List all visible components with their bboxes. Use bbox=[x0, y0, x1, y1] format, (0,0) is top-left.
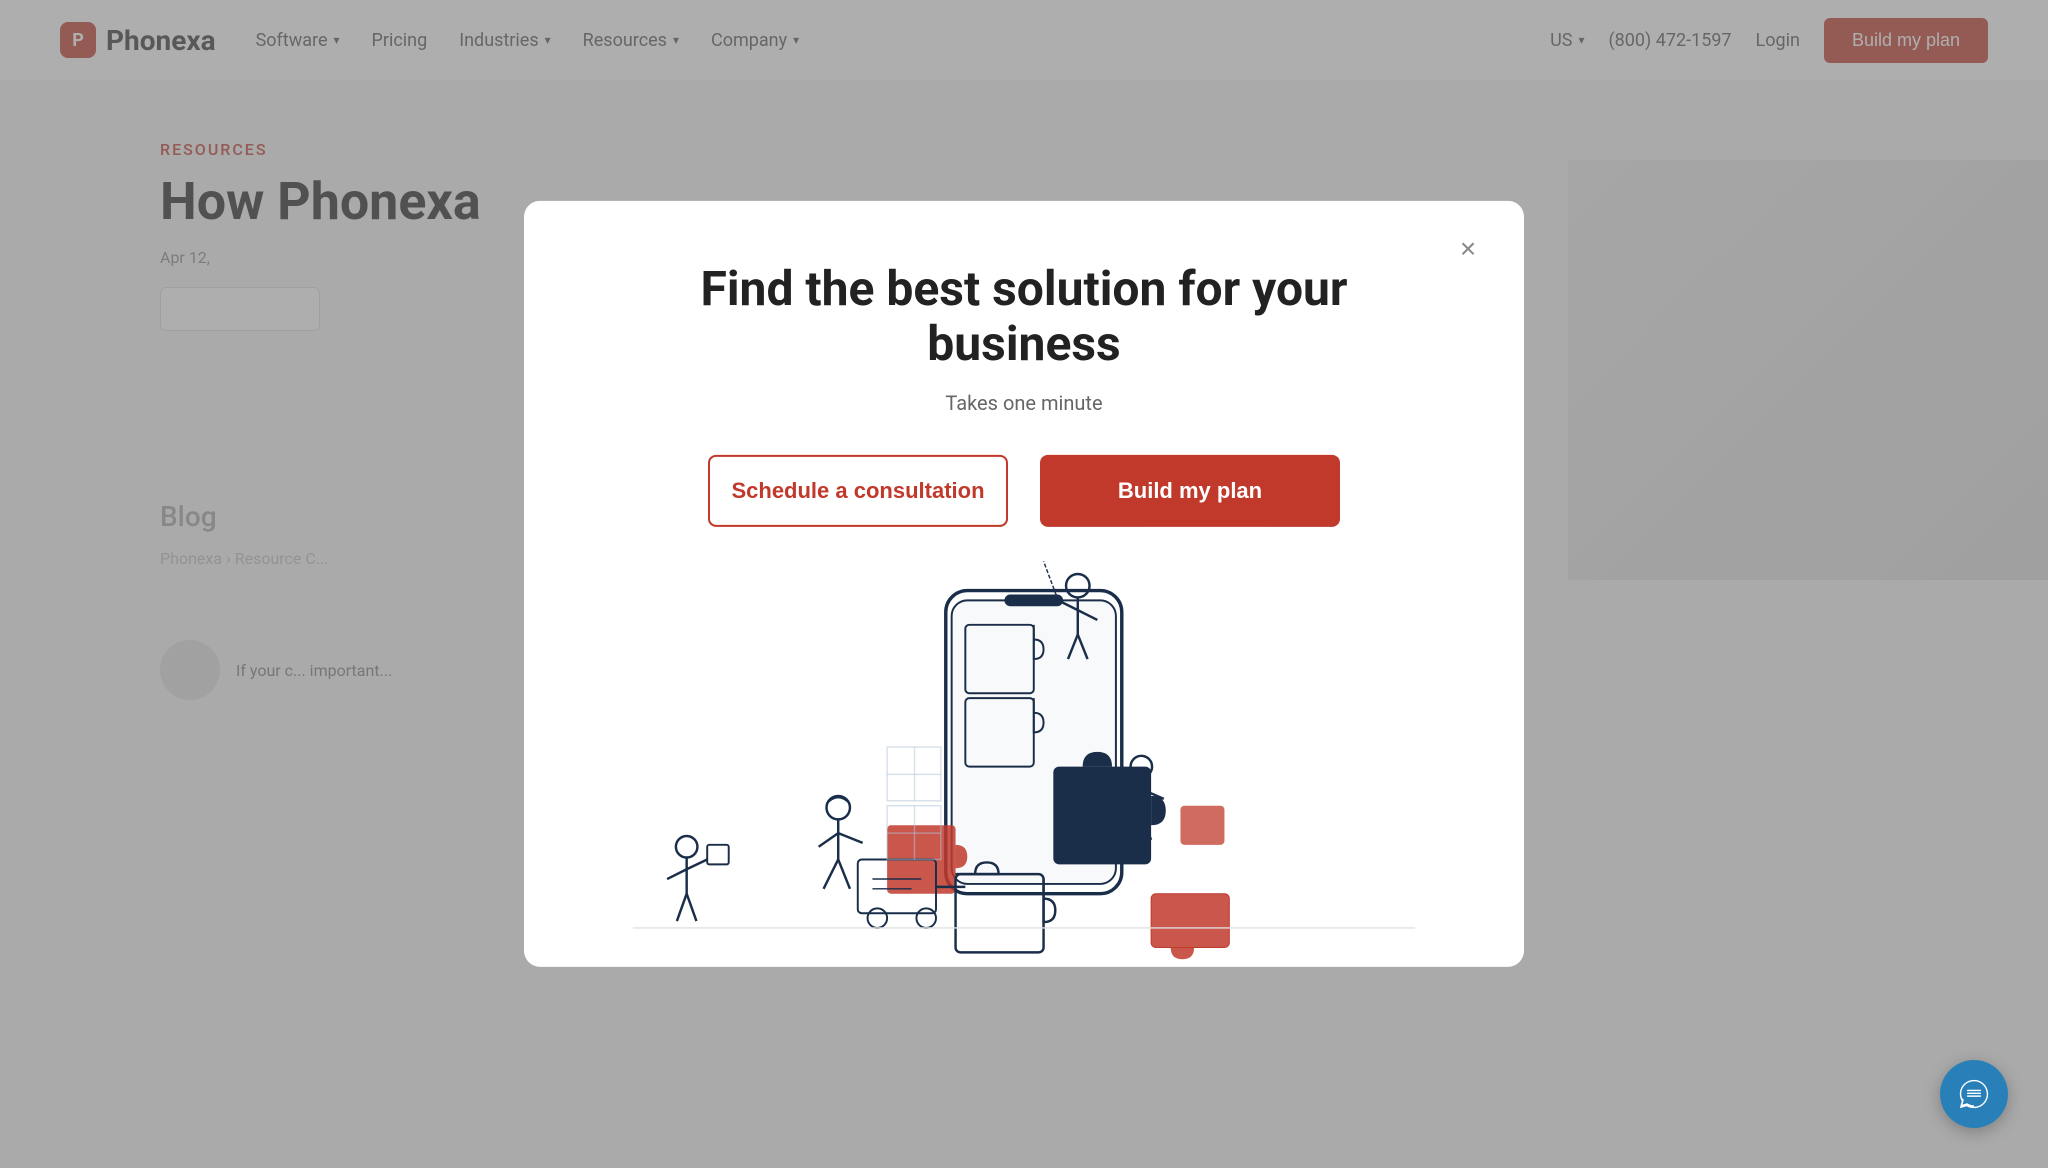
modal-buttons: Schedule a consultation Build my plan bbox=[708, 455, 1340, 527]
modal-illustration bbox=[584, 547, 1464, 967]
close-button[interactable]: × bbox=[1448, 229, 1488, 269]
modal-dialog: × Find the best solution for your busine… bbox=[524, 201, 1524, 967]
modal-subtitle: Takes one minute bbox=[945, 391, 1102, 415]
modal-title: Find the best solution for your business bbox=[614, 261, 1434, 371]
schedule-consultation-button[interactable]: Schedule a consultation bbox=[708, 455, 1008, 527]
illustration-svg bbox=[584, 547, 1464, 967]
build-plan-button[interactable]: Build my plan bbox=[1040, 455, 1340, 527]
chat-button[interactable] bbox=[1940, 1060, 2008, 1128]
